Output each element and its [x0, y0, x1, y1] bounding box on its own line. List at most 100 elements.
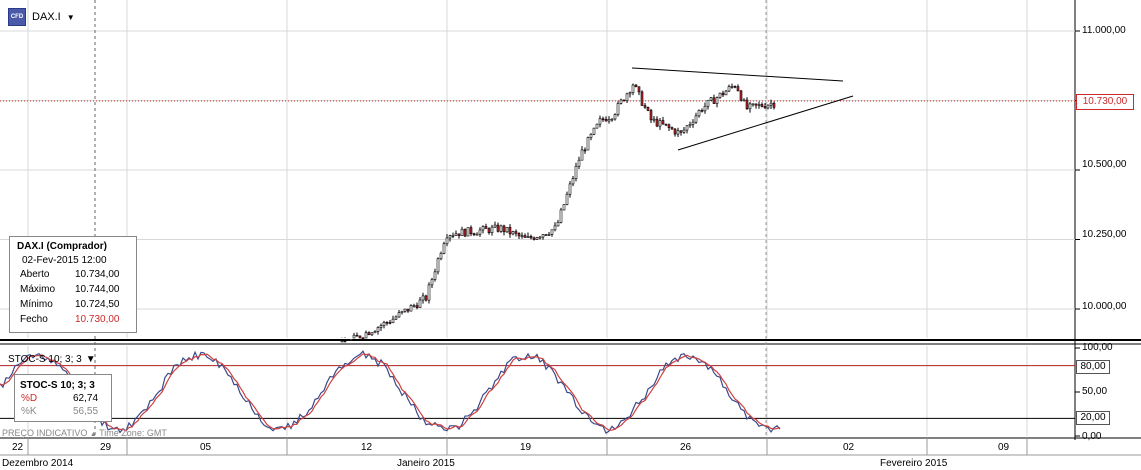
candle-body: [406, 308, 410, 312]
candle-body: [523, 235, 527, 238]
indicative-label: PREÇO INDICATIVO: [2, 428, 88, 438]
candle-body: [565, 193, 569, 205]
candle-body: [583, 149, 587, 152]
candle-body: [622, 99, 626, 102]
candle-body: [514, 231, 518, 234]
candle-body: [556, 222, 560, 227]
candle-body: [382, 321, 386, 326]
candle-body: [532, 237, 536, 240]
ohlc-info-box: DAX.I (Comprador) 02-Fev-2015 12:00 Aber…: [9, 236, 137, 333]
x-tick-label: 19: [520, 442, 532, 453]
timezone-label: Time Zone: GMT: [99, 428, 167, 438]
candle-body: [571, 178, 575, 185]
candle-body: [538, 236, 542, 239]
candle-body: [481, 226, 485, 231]
candle-body: [388, 322, 392, 324]
candle-body: [445, 237, 449, 245]
candle-body: [649, 110, 653, 121]
x-tick-label: 02: [843, 442, 855, 453]
candle-body: [472, 233, 476, 235]
candle-body: [721, 92, 725, 96]
symbol-name: DAX.I: [32, 11, 61, 23]
candle-body: [397, 312, 401, 318]
chevron-down-icon[interactable]: ▼: [67, 13, 75, 22]
candle-body: [769, 102, 773, 106]
osc-axis-label: 0,00: [1082, 431, 1102, 442]
candle-body: [385, 321, 389, 324]
candle-body: [364, 332, 368, 339]
candle-body: [505, 226, 509, 233]
candle-body: [535, 237, 539, 240]
osc-d-row: %D 62,74: [21, 393, 99, 404]
candle-body: [403, 308, 407, 312]
candle-body: [439, 253, 443, 260]
candle-body: [442, 243, 446, 254]
month-label: Dezembro 2014: [2, 458, 74, 469]
candle-body: [592, 127, 596, 135]
candle-body: [379, 325, 383, 328]
candle-body: [547, 234, 551, 236]
oscillator-selector[interactable]: STOC-S 10; 3; 3 ▼: [8, 354, 96, 365]
candle-body: [718, 92, 722, 98]
candle-body: [586, 137, 590, 151]
symbol-selector[interactable]: CFD DAX.I ▼: [8, 8, 75, 26]
candle-body: [544, 234, 548, 236]
candle-body: [772, 102, 776, 108]
candle-body: [460, 228, 464, 236]
cfd-icon: CFD: [8, 8, 26, 26]
candle-body: [760, 104, 764, 107]
candle-body: [628, 92, 632, 95]
candle-body: [421, 295, 425, 301]
candle-body: [568, 183, 572, 195]
candle-body: [400, 310, 404, 314]
info-row-open: Aberto 10.734,00: [20, 269, 120, 280]
candle-body: [415, 305, 419, 308]
candle-body: [604, 118, 608, 122]
candle-body: [496, 224, 500, 232]
candle-body: [733, 86, 737, 88]
candle-body: [667, 124, 671, 128]
candle-body: [553, 225, 557, 231]
candle-body: [370, 332, 374, 336]
candle-body: [361, 337, 365, 340]
candle-body: [742, 99, 746, 102]
chart-canvas[interactable]: [0, 0, 1141, 470]
info-row-close: Fecho 10.730,00: [20, 314, 120, 325]
candle-body: [358, 335, 362, 339]
candle-body: [619, 99, 623, 104]
candle-body: [751, 103, 755, 106]
candle-body: [457, 233, 461, 236]
candle-body: [724, 90, 728, 96]
candle-body: [469, 227, 473, 234]
candle-body: [409, 305, 413, 312]
candle-body: [451, 235, 455, 237]
candle-body: [418, 299, 422, 308]
candle-body: [745, 99, 749, 110]
candle-body: [748, 103, 752, 110]
candle-body: [610, 118, 614, 121]
candle-body: [655, 118, 659, 127]
candle-body: [463, 228, 467, 237]
candle-body: [706, 99, 710, 107]
candle-body: [427, 284, 431, 301]
candle-body: [559, 209, 563, 223]
candle-body: [448, 235, 452, 239]
candle-body: [454, 233, 458, 236]
candle-body: [352, 334, 356, 339]
candle-body: [700, 110, 704, 112]
candle-body: [664, 123, 668, 126]
candle-body: [550, 229, 554, 235]
candle-body: [517, 233, 521, 237]
candle-body: [688, 124, 692, 127]
candle-body: [478, 229, 482, 235]
candle-body: [715, 97, 719, 104]
chevron-down-icon[interactable]: ▼: [86, 354, 96, 365]
candle-body: [433, 271, 437, 280]
candle-body: [580, 149, 584, 161]
price-label: 11.000,00: [1082, 25, 1126, 36]
candle-body: [697, 110, 701, 117]
candle-body: [367, 332, 371, 336]
candle-body: [736, 86, 740, 92]
x-tick-label: 09: [998, 442, 1010, 453]
candle-body: [436, 258, 440, 273]
